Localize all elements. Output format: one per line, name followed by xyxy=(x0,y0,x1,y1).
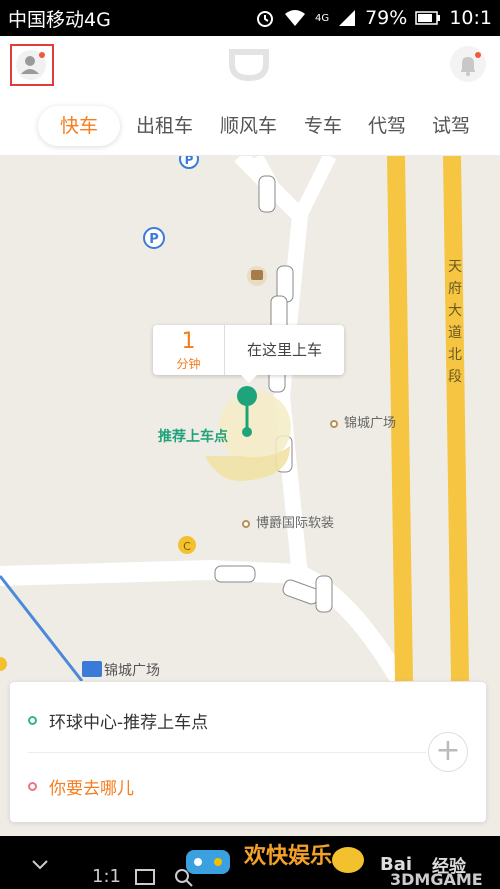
tab-express[interactable]: 快车 xyxy=(38,106,121,146)
system-nav-bar: 1:1 欢快娱乐 Bai 经验 3DMGAME xyxy=(0,836,500,889)
poi-label: 博爵国际软装 xyxy=(256,516,335,531)
app-header xyxy=(0,36,500,94)
recommended-pickup-label: 推荐上车点 xyxy=(158,429,228,445)
eta-number: 1 xyxy=(181,329,196,354)
poi-marker-icon xyxy=(330,419,338,428)
tab-premier[interactable]: 专车 xyxy=(304,106,342,146)
battery-percent: 79% xyxy=(365,7,408,29)
svg-text:P: P xyxy=(149,232,159,247)
signal-icon xyxy=(339,10,356,26)
carrier-name: 中国移动4G xyxy=(8,8,111,31)
tab-taxi[interactable]: 出租车 xyxy=(136,106,193,146)
message-bell-button[interactable] xyxy=(450,46,486,82)
didi-logo-icon xyxy=(229,49,269,82)
panel-divider xyxy=(28,752,426,753)
bubble-logo-icon xyxy=(332,847,364,873)
clock-time: 10:1 xyxy=(449,7,492,29)
tab-test-drive[interactable]: 试驾 xyxy=(432,106,470,146)
bell-icon xyxy=(461,57,475,76)
svg-text:P: P xyxy=(185,156,194,167)
chevron-down-icon[interactable] xyxy=(30,858,50,872)
add-stop-button[interactable]: + xyxy=(428,732,468,772)
notification-dot xyxy=(39,52,45,58)
svg-text:C: C xyxy=(183,540,191,553)
status-bar: 中国移动4G 4G 79% 10:1 xyxy=(0,0,500,36)
tab-hitch[interactable]: 顺风车 xyxy=(220,106,277,146)
wifi-icon xyxy=(284,10,305,26)
tab-designated-driver[interactable]: 代驾 xyxy=(368,106,406,146)
screen-icon[interactable] xyxy=(134,868,156,886)
bell-notification-dot xyxy=(475,52,481,58)
eta-box: 1 分钟 xyxy=(153,325,225,375)
service-tabs: 快车 出租车 顺风车 专车 代驾 试驾 xyxy=(0,94,500,156)
poi-jincheng-square[interactable]: 锦城广场 xyxy=(330,412,396,431)
aspect-ratio-label[interactable]: 1:1 xyxy=(92,866,121,887)
poi-label: 锦城广场 xyxy=(344,416,397,431)
eta-unit: 分钟 xyxy=(176,357,201,371)
poi-bojue-softdecor[interactable]: 博爵国际软装 xyxy=(242,512,334,531)
map-base: P P C xyxy=(0,156,500,681)
game-site-label: 3DMGAME xyxy=(390,870,483,889)
pickup-callout[interactable]: 1 分钟 在这里上车 xyxy=(153,325,344,383)
destination-placeholder: 你要去哪儿 xyxy=(49,778,134,799)
board-here-hint: 在这里上车 xyxy=(246,341,322,359)
metro-station-label: 锦城广场 xyxy=(104,663,160,679)
alarm-icon xyxy=(256,11,273,27)
user-avatar-button[interactable] xyxy=(10,44,54,86)
trip-panel: 环球中心-推荐上车点 你要去哪儿 + xyxy=(10,682,486,822)
callout-pointer xyxy=(241,375,257,383)
map-view[interactable]: P P C 天府大道北段 锦城广场 博爵国际软装 锦城广场 1 分钟 在这里上车… xyxy=(0,156,500,681)
poi-marker-icon xyxy=(242,519,250,528)
destination-dot-icon xyxy=(28,781,37,791)
game-controller-icon xyxy=(186,850,230,874)
pickup-location-text: 环球中心-推荐上车点 xyxy=(49,712,209,733)
battery-icon xyxy=(415,11,441,25)
pickup-location-field[interactable]: 环球中心-推荐上车点 xyxy=(28,700,208,740)
destination-field[interactable]: 你要去哪儿 xyxy=(28,766,134,806)
pickup-dot-icon xyxy=(28,715,37,725)
user-avatar-icon xyxy=(16,50,46,80)
watermark-text: 欢快娱乐 xyxy=(244,844,333,869)
network-badge: 4G xyxy=(314,12,330,24)
road-name-label: 天府大道北段 xyxy=(448,259,462,385)
